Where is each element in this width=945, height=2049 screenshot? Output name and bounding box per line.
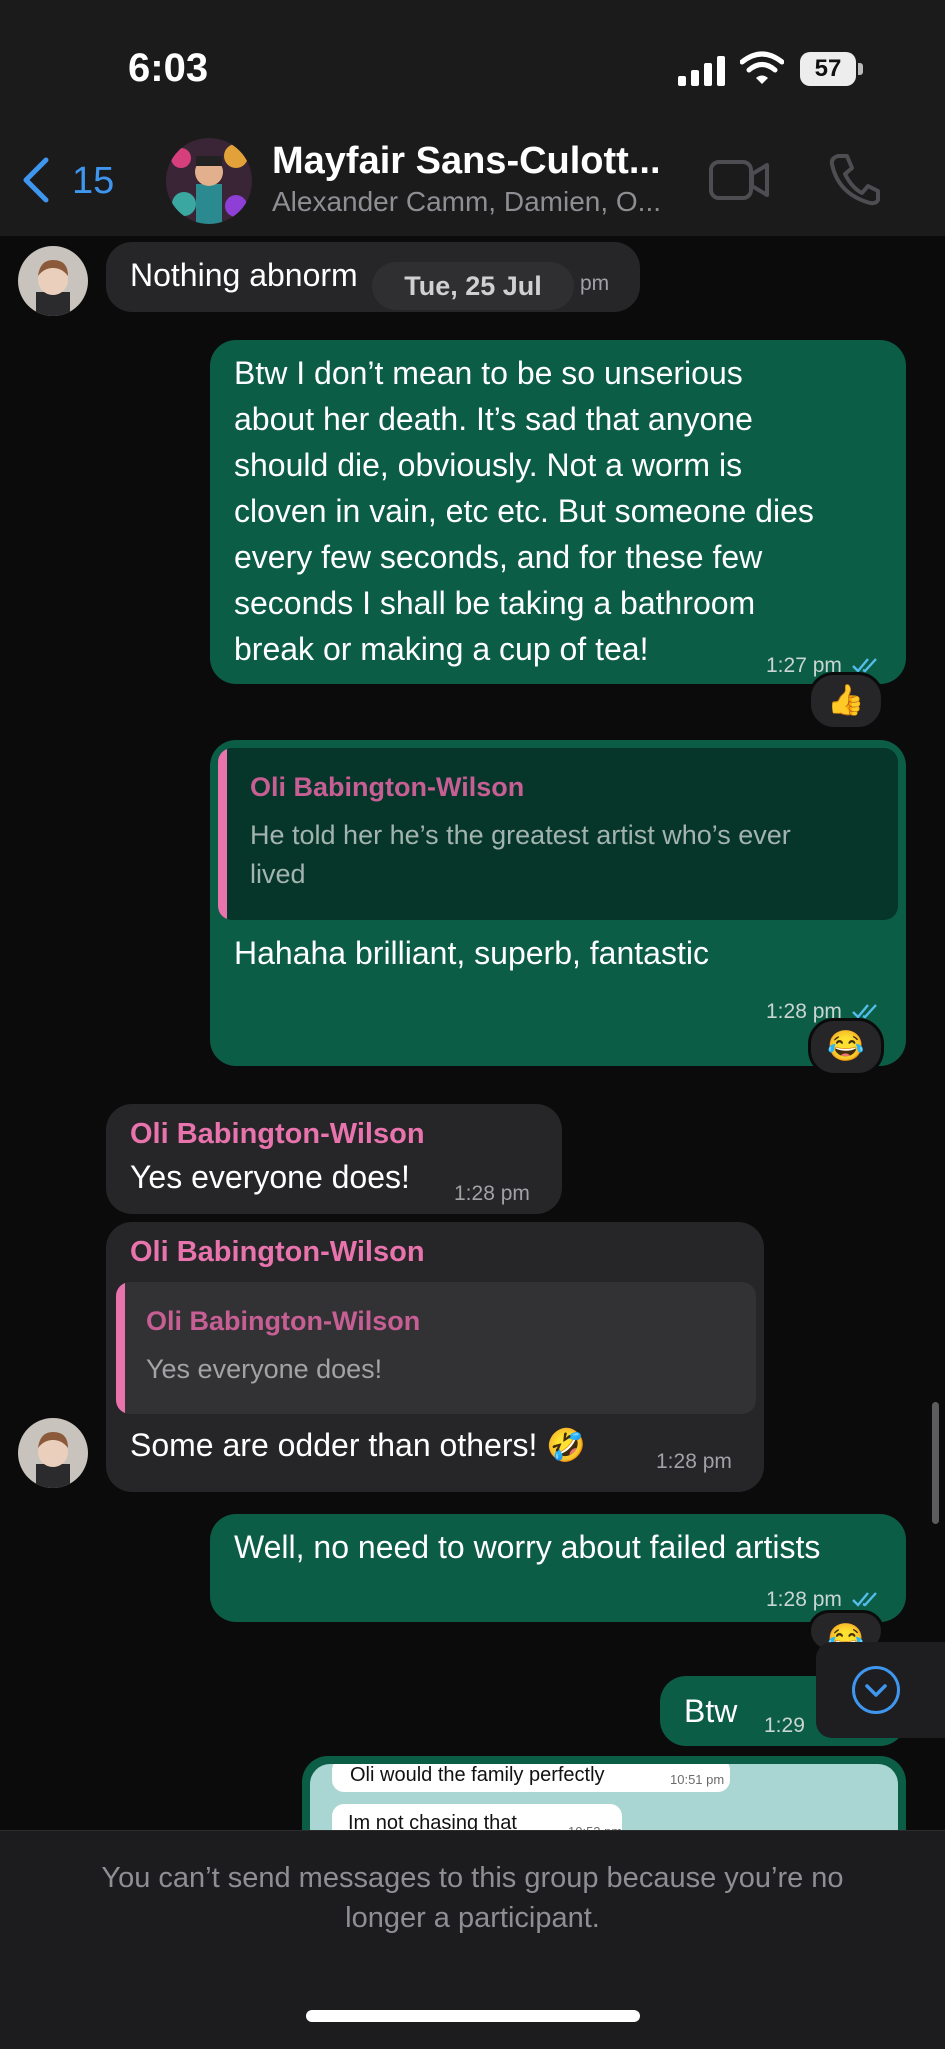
sender-name[interactable]: Oli Babington-Wilson (130, 1236, 425, 1269)
message-text: Well, no need to worry about failed arti… (234, 1529, 821, 1565)
sender-name[interactable]: Oli Babington-Wilson (130, 1118, 425, 1151)
back-button[interactable]: 15 (18, 150, 128, 210)
battery-level: 57 (800, 52, 856, 86)
message-text: Nothing abnorm (130, 257, 358, 293)
scroll-indicator[interactable] (932, 1402, 939, 1524)
image-chat-bubble: Oli would the family perfectly 10:51 pm (332, 1764, 730, 1792)
chevron-down-icon (852, 1666, 900, 1714)
reaction-badge[interactable]: 👍 (808, 672, 884, 730)
scroll-to-bottom-button[interactable] (816, 1642, 945, 1738)
avatar[interactable] (18, 1418, 88, 1488)
message-bubble[interactable]: Oli Babington-Wilson Yes everyone does! … (106, 1104, 562, 1214)
message-time: pm (580, 272, 610, 295)
chat-messages[interactable]: Nothing abnorm pm Btw I don’t mean to be… (0, 236, 945, 1830)
quoted-sender: Oli Babington-Wilson (146, 1306, 421, 1336)
message-text: Btw I don’t mean to be so unserious abou… (234, 355, 814, 667)
battery-icon: 57 (800, 52, 864, 86)
quoted-text: Yes everyone does! (146, 1354, 383, 1384)
phone-icon[interactable] (828, 152, 880, 206)
message-time: 1:29 (764, 1714, 805, 1737)
not-participant-notice: You can’t send messages to this group be… (101, 1862, 844, 1934)
group-avatar[interactable] (166, 138, 252, 224)
message-time: 1:28 pm (656, 1450, 732, 1473)
message-bubble[interactable]: Well, no need to worry about failed arti… (210, 1514, 906, 1622)
video-call-icon[interactable] (708, 156, 770, 204)
status-time: 6:03 (128, 46, 209, 90)
message-time: 1:28 pm (766, 1588, 842, 1611)
message-text: Hahaha brilliant, superb, fantastic (234, 935, 709, 971)
date-separator: Tue, 25 Jul (372, 262, 574, 310)
quoted-message[interactable]: Oli Babington-Wilson Yes everyone does! (116, 1282, 756, 1414)
message-text: Btw (684, 1693, 738, 1729)
quoted-message[interactable]: Oli Babington-Wilson He told her he’s th… (218, 748, 898, 920)
unread-count: 15 (72, 160, 115, 202)
message-text: Some are odder than others! 🤣 (130, 1427, 587, 1463)
message-text: Yes everyone does! (130, 1159, 410, 1195)
home-indicator[interactable] (306, 2010, 640, 2022)
chevron-left-icon (23, 157, 49, 203)
quoted-sender: Oli Babington-Wilson (250, 772, 525, 802)
group-members[interactable]: Alexander Camm, Damien, O... (272, 186, 661, 218)
message-bubble[interactable]: Btw I don’t mean to be so unserious abou… (210, 340, 906, 684)
wifi-icon (740, 51, 784, 84)
message-bubble[interactable]: Oli Babington-Wilson Oli Babington-Wilso… (106, 1222, 764, 1492)
reaction-badge[interactable]: 😂 (808, 1018, 884, 1076)
cellular-signal-icon (678, 56, 725, 86)
quoted-text: He told her he’s the greatest artist who… (250, 820, 791, 889)
message-bubble[interactable]: Oli Babington-Wilson He told her he’s th… (210, 740, 906, 1066)
group-title[interactable]: Mayfair Sans-Culott... (272, 140, 661, 183)
avatar[interactable] (18, 246, 88, 316)
read-receipt-icon (852, 1592, 877, 1607)
message-time: 1:28 pm (454, 1182, 530, 1205)
